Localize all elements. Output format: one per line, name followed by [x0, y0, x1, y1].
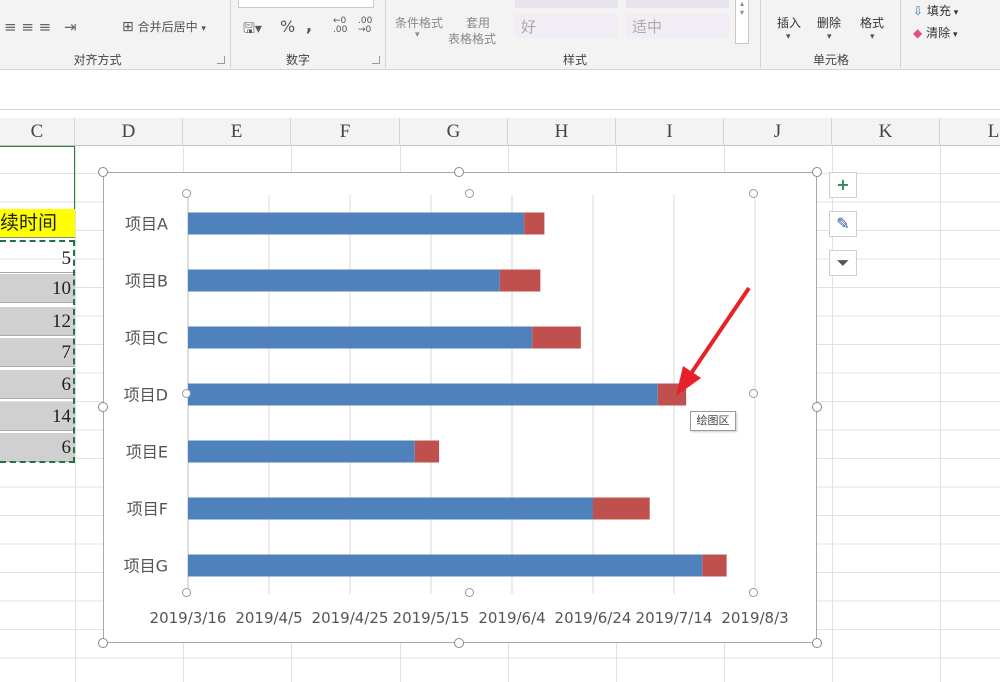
annotation-arrow-layer: [676, 286, 751, 396]
plot-area-tooltip: 绘图区: [690, 411, 736, 431]
red-arrow-icon: [676, 286, 751, 396]
